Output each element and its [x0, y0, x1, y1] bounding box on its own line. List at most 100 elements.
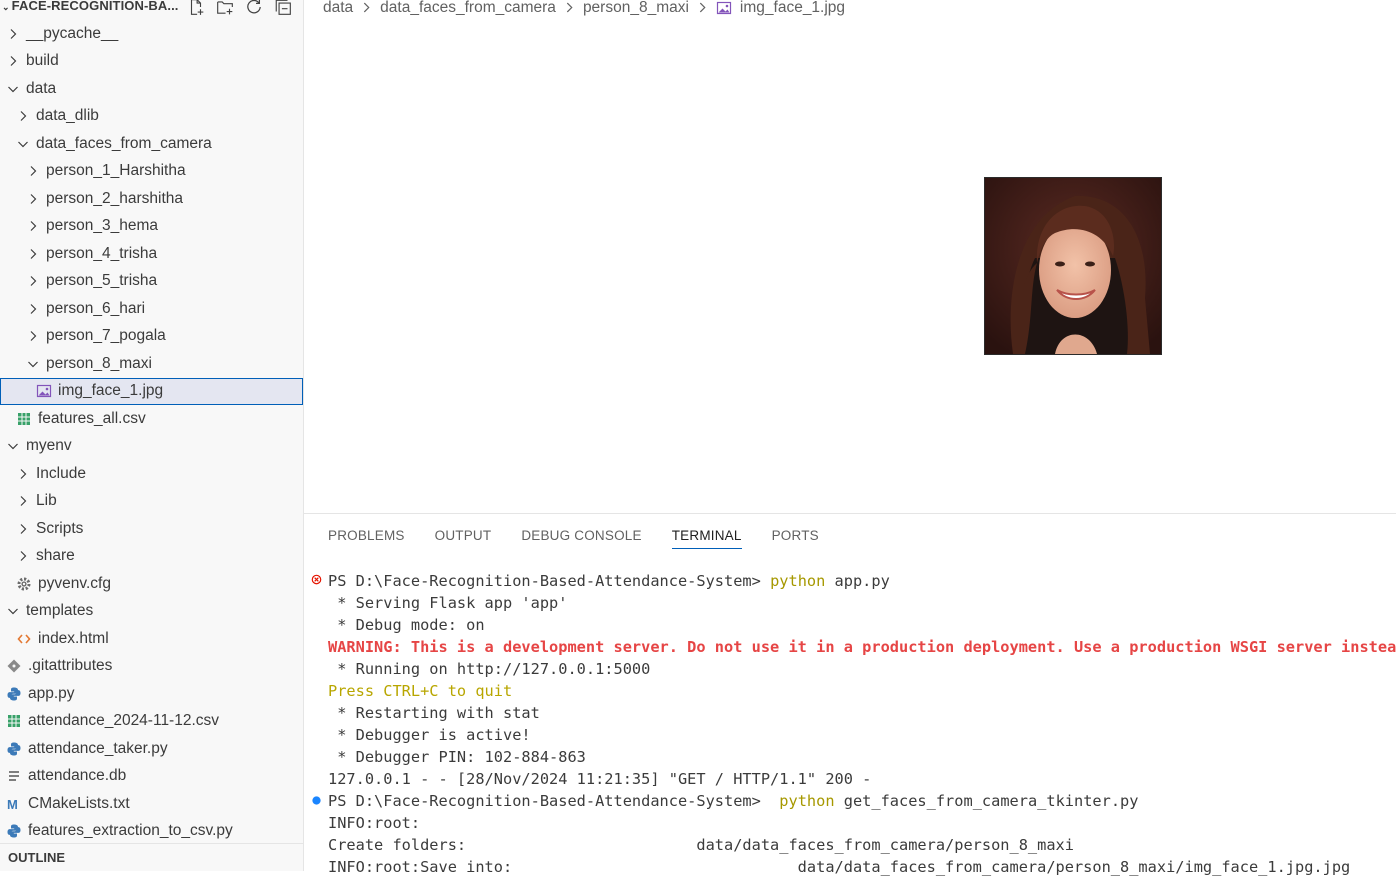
breadcrumb-item[interactable]: data	[323, 0, 353, 17]
tree-item-label: share	[36, 547, 75, 564]
outline-label: OUTLINE	[8, 850, 66, 865]
tree-file[interactable]: attendance_2024-11-12.csv	[0, 708, 303, 735]
terminal-line: Create folders: data/data_faces_from_cam…	[328, 836, 1074, 854]
tree-file[interactable]: app.py	[0, 680, 303, 707]
tree-item-label: Include	[36, 464, 86, 482]
outline-section[interactable]: OUTLINE	[0, 843, 303, 871]
tree-item-label: .gitattributes	[28, 657, 113, 674]
python-file-icon	[6, 686, 22, 702]
tree-folder[interactable]: person_7_pogala	[0, 323, 303, 350]
terminal-warning-line: WARNING: This is a development server. D…	[328, 638, 1396, 656]
chevron-right-icon[interactable]	[26, 274, 40, 288]
tree-item-label: person_5_trisha	[46, 272, 158, 289]
chevron-right-icon[interactable]	[6, 54, 20, 68]
terminal-line: INFO:root:Save into: data/data_faces_fro…	[328, 858, 1351, 876]
tree-file[interactable]: attendance_taker.py	[0, 735, 303, 762]
terminal-line: INFO:root:	[328, 814, 421, 832]
terminal-line: * Serving Flask app 'app'	[328, 594, 568, 612]
tree-folder[interactable]: Include	[0, 460, 303, 487]
tree-folder[interactable]: build	[0, 48, 303, 75]
tree-file[interactable]: M CMakeLists.txt	[0, 790, 303, 817]
chevron-right-icon[interactable]	[26, 329, 40, 343]
chevron-right-icon[interactable]	[16, 549, 30, 563]
breadcrumb-item[interactable]: person_8_maxi	[583, 0, 689, 17]
tree-folder[interactable]: person_8_maxi	[0, 350, 303, 377]
chevron-right-icon[interactable]	[16, 467, 30, 481]
explorer-sidebar: ⌄ FACE-RECOGNITION-BA... __pycache__ build…	[0, 0, 304, 871]
image-file-icon	[36, 383, 52, 399]
tree-folder[interactable]: person_5_trisha	[0, 268, 303, 295]
tree-folder[interactable]: Scripts	[0, 515, 303, 542]
image-file-icon	[716, 0, 732, 16]
terminal-line: * Debugger PIN: 102-884-863	[328, 748, 586, 766]
chevron-right-icon[interactable]	[26, 192, 40, 206]
tree-folder[interactable]: share	[0, 543, 303, 570]
chevron-down-icon[interactable]	[6, 82, 20, 96]
chevron-right-icon[interactable]	[26, 164, 40, 178]
tree-folder[interactable]: Lib	[0, 488, 303, 515]
svg-text:M: M	[7, 797, 18, 812]
chevron-right-icon[interactable]	[16, 522, 30, 536]
tree-folder[interactable]: __pycache__	[0, 20, 303, 47]
terminal-line: * Running on http://127.0.0.1:5000	[328, 660, 651, 678]
chevron-right-icon[interactable]	[26, 219, 40, 233]
tree-folder[interactable]: data_dlib	[0, 103, 303, 130]
tree-file[interactable]: .gitattributes	[0, 653, 303, 680]
tree-item-label: attendance.db	[28, 767, 127, 784]
terminal-prompt: PS D:\Face-Recognition-Based-Attendance-…	[328, 792, 780, 810]
tree-folder[interactable]: data_faces_from_camera	[0, 130, 303, 157]
terminal-line: Press CTRL+C to quit	[328, 682, 513, 700]
tree-file[interactable]: attendance.db	[0, 763, 303, 790]
panel-tabs: PROBLEMS OUTPUT DEBUG CONSOLE TERMINAL P…	[328, 528, 819, 549]
chevron-right-icon[interactable]	[26, 247, 40, 261]
new-folder-icon[interactable]	[215, 0, 235, 17]
tree-folder[interactable]: myenv	[0, 433, 303, 460]
chevron-right-icon[interactable]	[26, 302, 40, 316]
explorer-title[interactable]: ⌄ FACE-RECOGNITION-BA...	[2, 0, 179, 13]
terminal-line: * Debugger is active!	[328, 726, 531, 744]
cmake-file-icon: M	[6, 796, 22, 812]
tree-item-label: Lib	[36, 492, 57, 509]
terminal-arg: get_faces_from_camera_tkinter.py	[834, 792, 1139, 810]
tree-folder[interactable]: templates	[0, 598, 303, 625]
collapse-all-icon[interactable]	[273, 0, 293, 17]
tree-item-label: person_3_hema	[46, 217, 159, 234]
tab-output[interactable]: OUTPUT	[435, 528, 492, 549]
tree-folder[interactable]: person_4_trisha	[0, 240, 303, 267]
tab-ports[interactable]: PORTS	[772, 528, 819, 549]
tree-item-label: data	[26, 79, 57, 97]
breadcrumb-item[interactable]: img_face_1.jpg	[740, 0, 845, 17]
tab-terminal[interactable]: TERMINAL	[671, 528, 742, 549]
tree-folder[interactable]: person_6_hari	[0, 295, 303, 322]
tree-file[interactable]: index.html	[0, 625, 303, 652]
terminal-output[interactable]: PS D:\Face-Recognition-Based-Attendance-…	[304, 569, 1396, 876]
chevron-right-icon[interactable]	[16, 109, 30, 123]
chevron-down-icon[interactable]	[26, 357, 40, 371]
tree-folder[interactable]: data	[0, 75, 303, 102]
chevron-right-icon[interactable]	[6, 27, 20, 41]
gear-icon	[16, 576, 32, 592]
tree-file[interactable]: features_extraction_to_csv.py	[0, 818, 303, 845]
success-dot-icon[interactable]	[311, 795, 322, 806]
tree-folder[interactable]: person_2_harshitha	[0, 185, 303, 212]
tab-debug-console[interactable]: DEBUG CONSOLE	[521, 528, 641, 549]
breadcrumb-item[interactable]: data_faces_from_camera	[380, 0, 556, 17]
chevron-down-icon[interactable]	[16, 137, 30, 151]
terminal-line: PS D:\Face-Recognition-Based-Attendance-…	[328, 570, 890, 592]
tree-folder[interactable]: person_3_hema	[0, 213, 303, 240]
tree-file[interactable]: pyvenv.cfg	[0, 570, 303, 597]
chevron-down-icon[interactable]	[6, 604, 20, 618]
chevron-right-icon[interactable]	[16, 494, 30, 508]
error-circle-icon[interactable]	[311, 574, 322, 585]
tree-item-label: person_8_maxi	[46, 354, 152, 372]
tree-folder[interactable]: person_1_Harshitha	[0, 158, 303, 185]
tree-file[interactable]: img_face_1.jpg	[0, 377, 303, 405]
chevron-down-icon: ⌄	[2, 2, 10, 12]
tree-file[interactable]: features_all.csv	[0, 405, 303, 432]
terminal-line: PS D:\Face-Recognition-Based-Attendance-…	[328, 790, 1138, 812]
chevron-down-icon[interactable]	[6, 439, 20, 453]
new-file-icon[interactable]	[186, 0, 206, 17]
refresh-icon[interactable]	[244, 0, 264, 17]
tab-problems[interactable]: PROBLEMS	[328, 528, 405, 549]
image-preview	[984, 177, 1162, 355]
